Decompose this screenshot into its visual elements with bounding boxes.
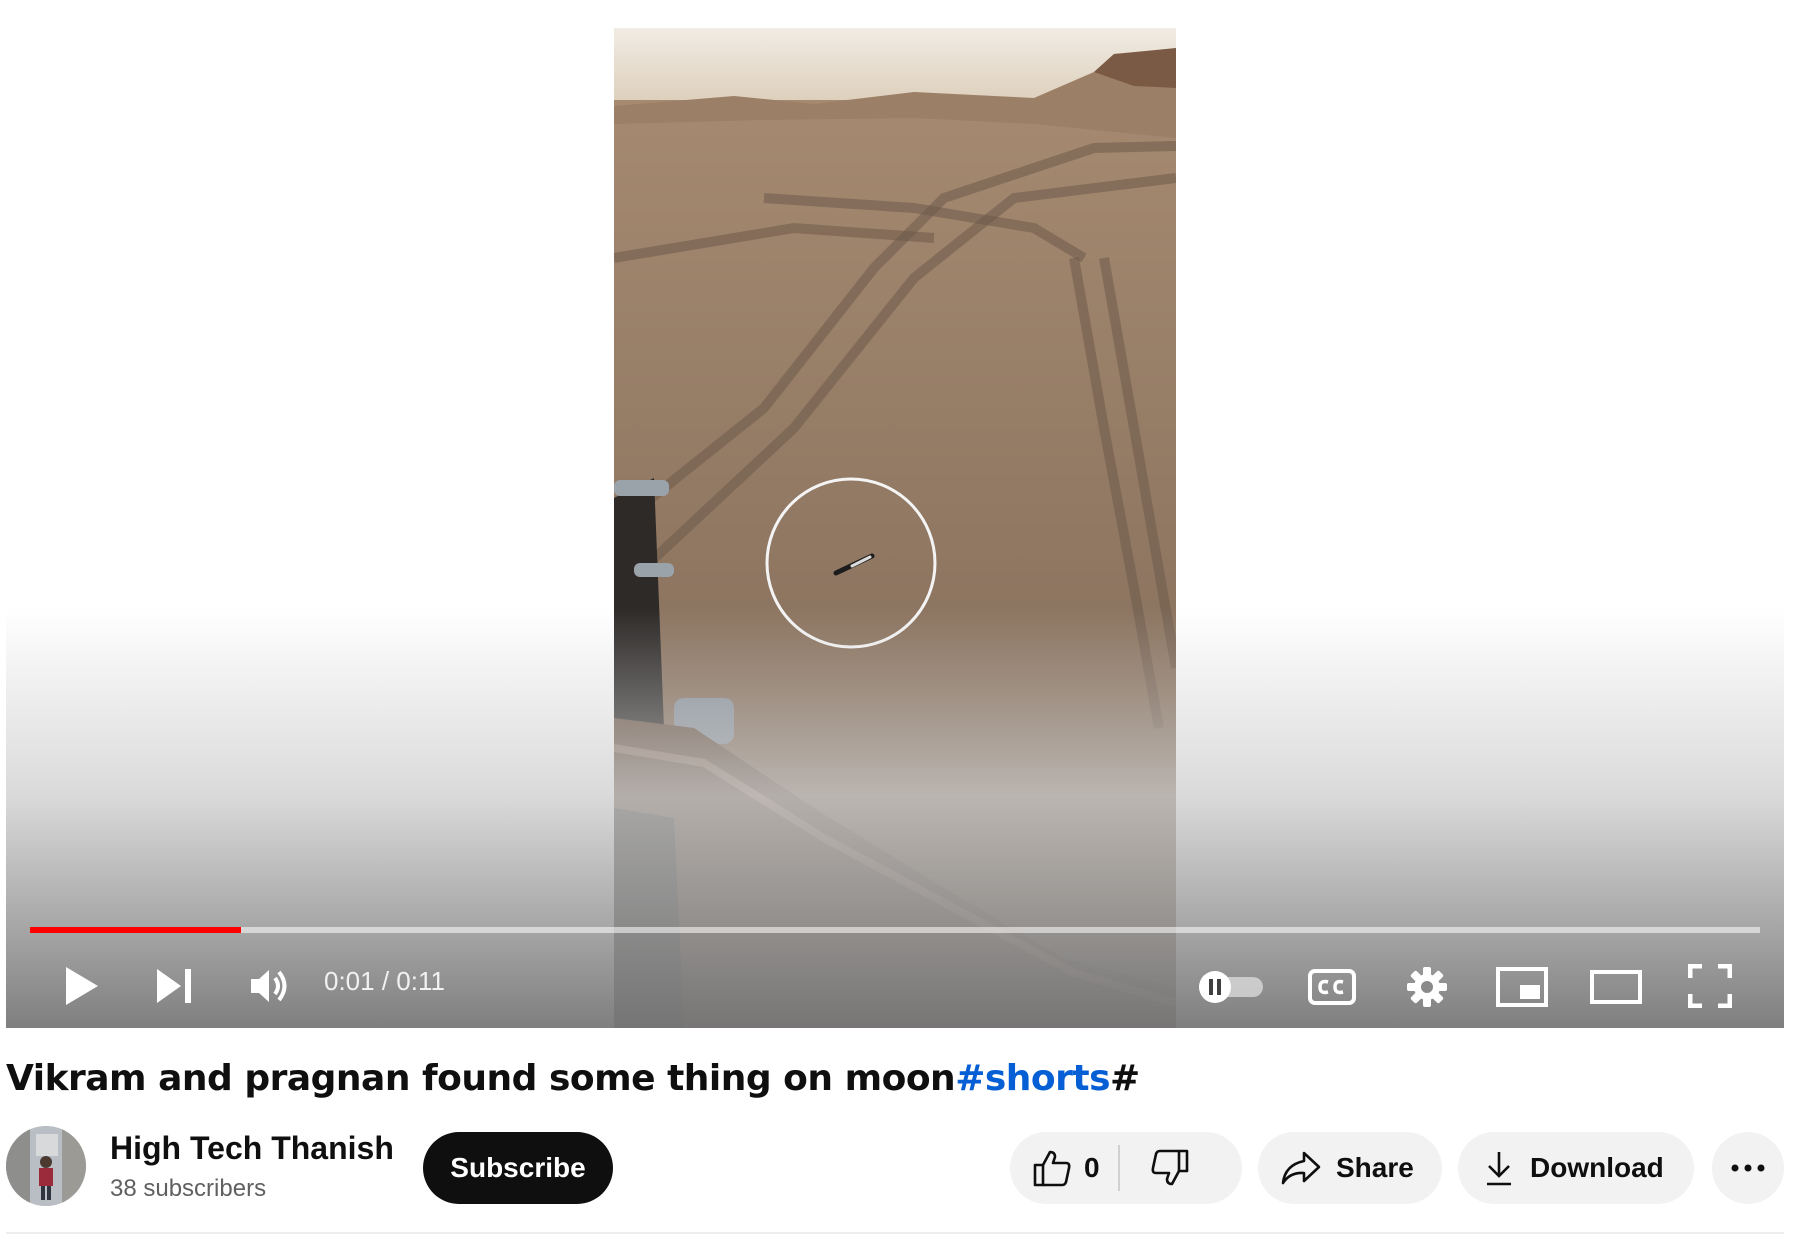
like-dislike-group: 0	[1010, 1132, 1242, 1204]
time-current: 0:01	[324, 966, 375, 996]
download-icon	[1487, 1152, 1511, 1186]
channel-name[interactable]: High Tech Thanish	[110, 1130, 394, 1167]
theater-mode-button[interactable]	[1586, 960, 1646, 1014]
fullscreen-button[interactable]	[1682, 958, 1738, 1014]
time-total: 0:11	[396, 966, 445, 996]
progress-bar-fill	[30, 927, 242, 933]
thumbs-up-icon	[1033, 1150, 1071, 1187]
avatar-image	[6, 1126, 86, 1206]
next-icon	[157, 969, 191, 1003]
autoplay-toggle[interactable]	[1196, 962, 1266, 1012]
subscriber-count: 38 subscribers	[110, 1175, 267, 1202]
share-label: Share	[1336, 1152, 1414, 1183]
more-horizontal-icon	[1731, 1164, 1765, 1172]
captions-icon	[1308, 969, 1356, 1005]
like-button[interactable]: 0	[1010, 1132, 1118, 1204]
captions-button[interactable]	[1304, 962, 1360, 1012]
play-button[interactable]	[54, 958, 110, 1014]
like-count: 0	[1084, 1152, 1100, 1183]
autoplay-toggle-icon	[1199, 971, 1263, 1003]
time-separator: /	[374, 966, 397, 996]
share-button[interactable]: Share	[1258, 1132, 1442, 1204]
hashtag-link[interactable]: #shorts	[955, 1058, 1110, 1099]
video-title-text: Vikram and pragnan found some thing on m…	[6, 1058, 956, 1099]
subscribe-button[interactable]: Subscribe	[423, 1132, 613, 1204]
theater-mode-icon	[1590, 970, 1642, 1004]
more-actions-button[interactable]	[1712, 1132, 1784, 1204]
download-label: Download	[1530, 1152, 1664, 1183]
settings-button[interactable]	[1400, 960, 1454, 1014]
play-icon	[66, 967, 98, 1005]
settings-icon	[1407, 967, 1447, 1007]
time-display: 0:01 / 0:11	[324, 965, 445, 997]
miniplayer-button[interactable]	[1492, 960, 1552, 1014]
next-button[interactable]	[146, 958, 202, 1014]
miniplayer-icon	[1496, 967, 1548, 1007]
video-title: Vikram and pragnan found some thing on m…	[6, 1058, 1140, 1099]
download-button[interactable]: Download	[1458, 1132, 1694, 1204]
section-divider	[6, 1232, 1784, 1234]
share-icon	[1281, 1151, 1321, 1185]
video-title-suffix: #	[1110, 1058, 1140, 1099]
volume-icon	[251, 970, 287, 1002]
progress-bar[interactable]	[30, 927, 1760, 933]
volume-button[interactable]	[240, 958, 300, 1014]
fullscreen-icon	[1688, 964, 1732, 1008]
thumbs-down-icon	[1151, 1149, 1188, 1186]
video-player[interactable]: 0:01 / 0:11	[6, 0, 1784, 1028]
channel-avatar[interactable]	[6, 1126, 86, 1206]
dislike-button[interactable]	[1120, 1132, 1220, 1204]
